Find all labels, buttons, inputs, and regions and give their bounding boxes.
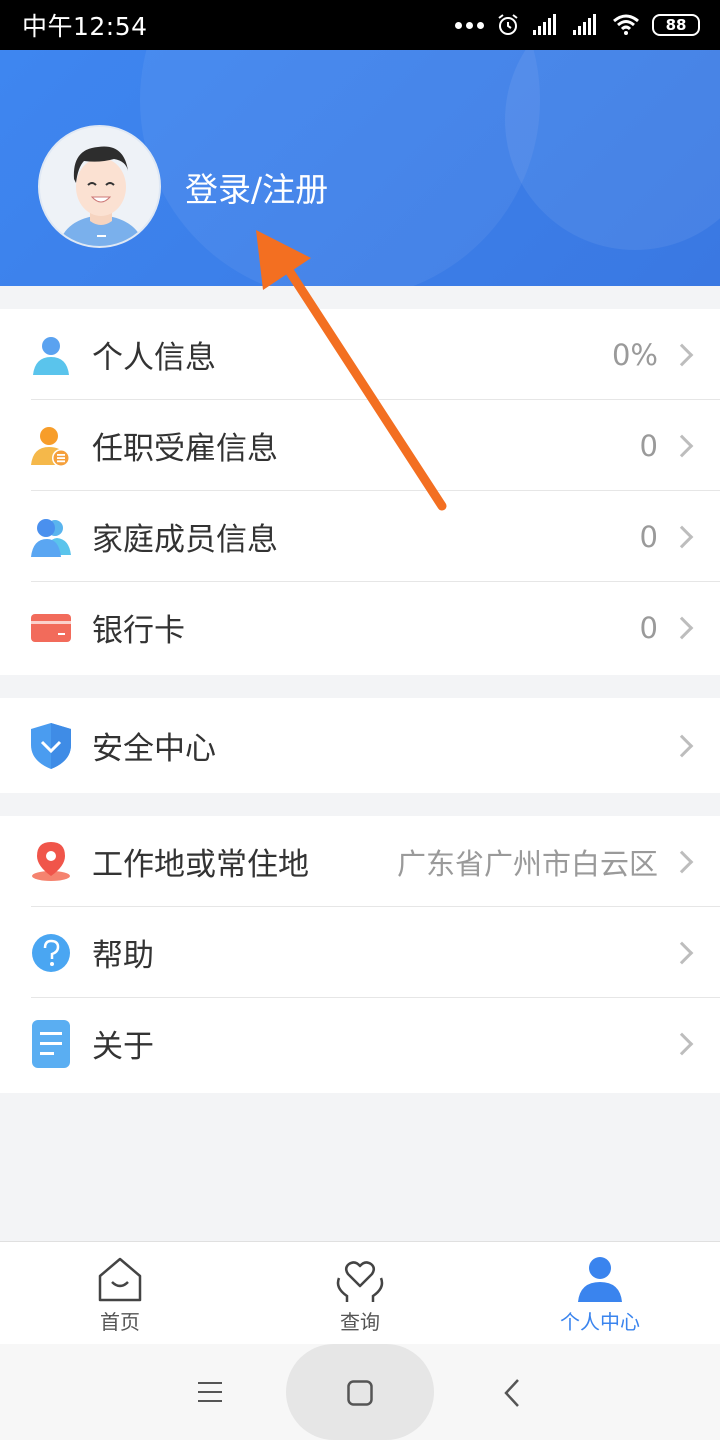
menu-item-value: 广东省广州市白云区 (396, 846, 658, 881)
menu-item-label: 关于 (92, 1029, 154, 1065)
alarm-icon (498, 14, 518, 35)
home-square-icon[interactable] (347, 1380, 373, 1406)
decor-circle (505, 50, 720, 250)
menu-item-employment-info[interactable]: 任职受雇信息 0 (0, 400, 720, 491)
chevron-right-icon (670, 734, 694, 757)
avatar-illustration-icon (40, 127, 159, 246)
menu-item-value: 0 (639, 428, 658, 463)
battery-indicator: 88 (652, 14, 700, 36)
battery-level: 88 (665, 16, 687, 34)
security-section: 安全中心 (0, 698, 720, 793)
menu-item-about[interactable]: 关于 (0, 998, 720, 1089)
menu-item-value: 0 (639, 610, 658, 645)
status-bar: 中午12:54 88 (0, 0, 720, 50)
menu-item-value: 0 (639, 519, 658, 554)
family-icon (31, 517, 71, 557)
nav-label: 个人中心 (560, 1310, 640, 1334)
menu-item-label: 个人信息 (92, 340, 216, 376)
status-icons: 88 (455, 13, 700, 37)
menu-item-bank-card[interactable]: 银行卡 0 (0, 582, 720, 673)
signal-icon-2 (573, 14, 596, 35)
back-icon[interactable] (502, 1378, 522, 1408)
help-icon (31, 933, 71, 973)
login-register-link[interactable]: 登录/注册 (185, 163, 328, 211)
profile-header: 登录/注册 (0, 50, 720, 286)
more-dots-icon (455, 21, 484, 29)
avatar[interactable] (38, 125, 161, 248)
nav-label: 首页 (100, 1310, 140, 1334)
chevron-right-icon (670, 850, 694, 873)
chevron-right-icon (670, 343, 694, 366)
signal-icon (533, 14, 556, 35)
menu-item-family-info[interactable]: 家庭成员信息 0 (0, 491, 720, 582)
heart-hands-icon (336, 1261, 384, 1302)
chevron-right-icon (670, 434, 694, 457)
menu-item-label: 工作地或常住地 (92, 847, 309, 883)
menu-item-value: 0% (611, 337, 658, 372)
menu-item-label: 帮助 (92, 938, 154, 974)
nav-label: 查询 (340, 1310, 380, 1334)
location-pin-icon (31, 841, 71, 882)
menu-item-help[interactable]: 帮助 (0, 907, 720, 998)
menu-item-security-center[interactable]: 安全中心 (0, 698, 720, 793)
chevron-right-icon (670, 941, 694, 964)
chevron-right-icon (670, 525, 694, 548)
nav-tab-personal-center[interactable]: 个人中心 (480, 1242, 720, 1344)
home-icon (98, 1257, 142, 1302)
menu-item-work-location[interactable]: 工作地或常住地 广东省广州市白云区 (0, 816, 720, 907)
menu-item-label: 任职受雇信息 (92, 431, 278, 467)
chevron-right-icon (670, 1032, 694, 1055)
other-section: 工作地或常住地 广东省广州市白云区 帮助 关于 (0, 816, 720, 1093)
nav-tab-query[interactable]: 查询 (240, 1242, 480, 1344)
system-nav-bar (0, 1344, 720, 1440)
menu-item-personal-info[interactable]: 个人信息 0% (0, 309, 720, 400)
document-icon (31, 1019, 71, 1068)
employment-icon (31, 426, 71, 467)
chevron-right-icon (670, 616, 694, 639)
bank-card-icon (31, 608, 71, 648)
user-icon (578, 1257, 622, 1302)
nav-tab-home[interactable]: 首页 (0, 1242, 240, 1344)
wifi-icon (613, 14, 639, 35)
menu-item-label: 安全中心 (92, 731, 216, 767)
shield-icon (31, 722, 71, 769)
menu-item-label: 银行卡 (92, 613, 185, 649)
status-time: 中午12:54 (22, 12, 148, 41)
menu-icon[interactable] (198, 1381, 222, 1403)
bottom-nav: 首页 查询 个人中心 (0, 1241, 720, 1344)
personal-info-section: 个人信息 0% 任职受雇信息 0 家庭成员信息 0 银行卡 0 (0, 309, 720, 675)
menu-item-label: 家庭成员信息 (92, 522, 278, 558)
person-icon (31, 335, 71, 375)
